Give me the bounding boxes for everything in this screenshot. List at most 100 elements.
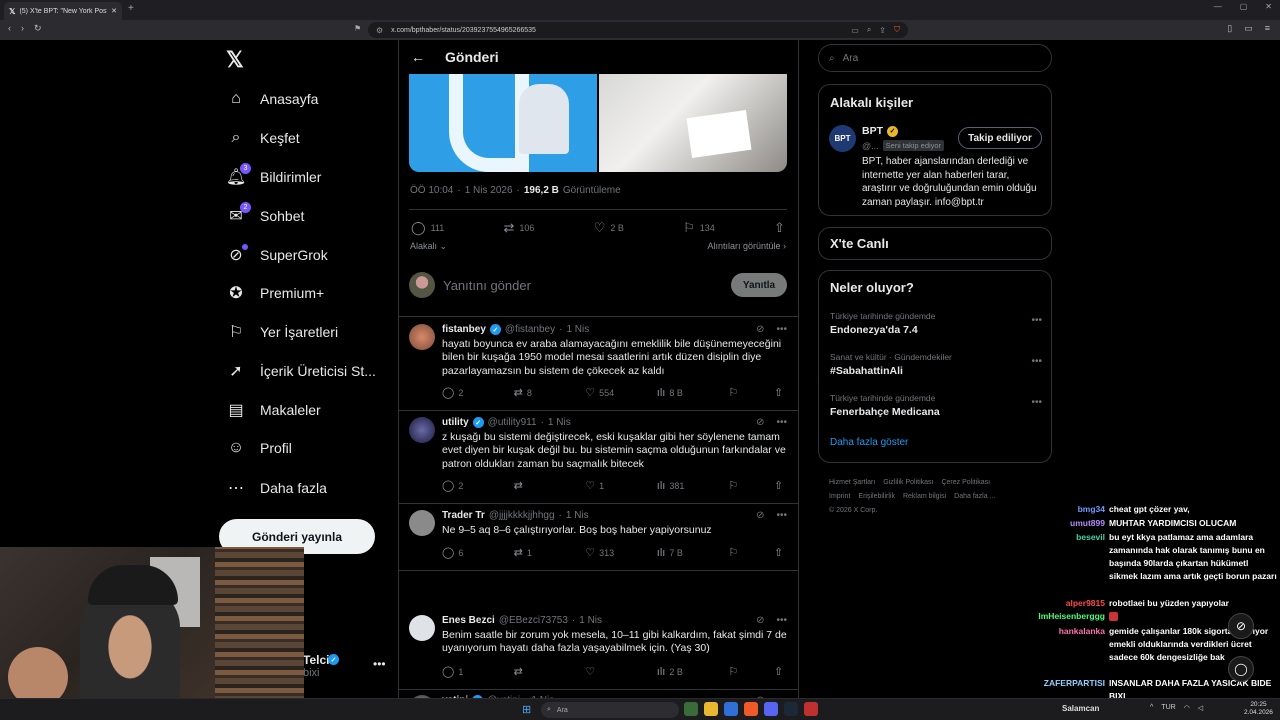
screen-icon[interactable]: ▭: [851, 26, 859, 35]
views-action[interactable]: ılı 8 B: [657, 386, 697, 399]
close-window-icon[interactable]: ✕: [1265, 2, 1272, 11]
grok-icon[interactable]: ⊘: [756, 324, 764, 335]
sidebar-item-7[interactable]: ⚐ Yer İşaretleri: [226, 320, 338, 344]
views-action[interactable]: ılı 7 B: [657, 546, 697, 559]
brave-icon[interactable]: [744, 702, 758, 716]
minimize-icon[interactable]: —: [1214, 2, 1222, 11]
back-arrow-icon[interactable]: ←: [411, 49, 425, 65]
heart-action[interactable]: ♡: [585, 665, 625, 678]
more-icon[interactable]: •••: [776, 324, 787, 335]
reply-input[interactable]: Yanıtını gönder: [443, 278, 723, 293]
wallet-icon[interactable]: ▭: [1244, 23, 1253, 34]
repost-action[interactable]: ⇄: [514, 665, 554, 678]
footer-link[interactable]: Reklam bilgisi: [903, 493, 946, 500]
search-input[interactable]: ⌕ Ara: [818, 44, 1052, 72]
more-icon[interactable]: •••: [776, 510, 787, 521]
post-date[interactable]: 1 Nis 2026: [465, 185, 513, 196]
reply-date[interactable]: 1 Nis: [579, 615, 602, 626]
footer-link[interactable]: Çerez Politikası: [941, 479, 990, 486]
new-tab-icon[interactable]: +: [128, 3, 134, 14]
grok-icon[interactable]: ⊘: [1228, 613, 1254, 639]
sidebar-item-3[interactable]: 🔔︎ 3 Bildirimler: [226, 163, 321, 189]
share-action[interactable]: ⇧: [774, 665, 788, 678]
reply-action[interactable]: ◯ 6: [442, 546, 482, 559]
trend-item[interactable]: Türkiye tarihinde gündemde Fenerbahçe Med…: [830, 393, 1042, 418]
reply-author[interactable]: utility: [442, 417, 469, 428]
forward-icon[interactable]: ›: [21, 23, 24, 34]
sidebar-item-11[interactable]: ⋯ Daha fazla: [226, 476, 327, 500]
browser-tab[interactable]: 𝕏 (5) X'te BPT: "New York Post: "Z k ✕: [4, 2, 122, 20]
avatar[interactable]: [409, 510, 435, 536]
x-live-card[interactable]: X'te Canlı: [818, 227, 1052, 260]
repost-action[interactable]: ⇄ 1: [514, 546, 554, 559]
reload-icon[interactable]: ↻: [34, 23, 42, 34]
views-action[interactable]: ılı 381: [657, 479, 697, 492]
address-bar[interactable]: ⚙ x.com/bpthaber/status/2039237554965266…: [368, 22, 908, 38]
share-stat[interactable]: ⇧: [774, 220, 785, 236]
bookmark-action[interactable]: ⚐: [728, 386, 742, 399]
trend-item[interactable]: Sanat ve kültür · Gündemdekiler #Sabahatt…: [830, 352, 1042, 377]
chat-username[interactable]: besevil: [1000, 531, 1105, 544]
avatar[interactable]: BPT: [829, 125, 856, 152]
heart-action[interactable]: ♡ 1: [585, 479, 625, 492]
heart-action[interactable]: ♡ 554: [585, 386, 625, 399]
taskbar-search[interactable]: ⌕ Ara: [541, 702, 679, 718]
mail-icon[interactable]: [724, 702, 738, 716]
menu-icon[interactable]: ≡: [1265, 23, 1270, 34]
footer-link[interactable]: Erişilebilirlik: [858, 493, 895, 500]
profile-name[interactable]: Telci: [303, 653, 329, 667]
media-illustration[interactable]: [409, 74, 597, 172]
avatar[interactable]: [409, 324, 435, 350]
reply-date[interactable]: 1 Nis: [566, 510, 589, 521]
steam-icon[interactable]: [784, 702, 798, 716]
footer-link[interactable]: Hizmet Şartları: [829, 479, 875, 486]
trend-item[interactable]: Türkiye tarihinde gündemde Endonezya'da 7…: [830, 311, 1042, 336]
bookmark-stat[interactable]: ⚐ 134: [683, 220, 715, 236]
reply-date[interactable]: 1 Nis: [566, 324, 589, 335]
landscape-app-icon[interactable]: [684, 702, 698, 716]
sidebar-item-5[interactable]: ⊘ SuperGrok: [226, 243, 328, 267]
views-action[interactable]: ılı 2 B: [657, 665, 697, 678]
tray-lang[interactable]: TUR: [1161, 704, 1175, 712]
avatar[interactable]: [409, 615, 435, 641]
profile-more-icon[interactable]: •••: [373, 657, 386, 671]
following-button[interactable]: Takip ediliyor: [958, 127, 1042, 149]
reply-action[interactable]: ◯ 2: [442, 386, 482, 399]
footer-link[interactable]: Imprint: [829, 493, 850, 500]
reply-author[interactable]: Enes Bezci: [442, 615, 495, 626]
sidebar-item-9[interactable]: ▤ Makaleler: [226, 398, 320, 422]
obs-icon[interactable]: [804, 702, 818, 716]
sidebar-item-4[interactable]: ✉ 2 Sohbet: [226, 202, 304, 228]
discord-icon[interactable]: [764, 702, 778, 716]
sidebar-item-2[interactable]: ⌕ Keşfet: [226, 126, 300, 150]
repost-action[interactable]: ⇄ 8: [514, 386, 554, 399]
grok-icon[interactable]: ⊘: [756, 615, 764, 626]
sidebar-item-10[interactable]: ☺ Profil: [226, 436, 292, 460]
chat-username[interactable]: alper9815: [1000, 597, 1105, 610]
sidebar-toggle-icon[interactable]: ▯: [1227, 23, 1232, 34]
person-name-row[interactable]: BPT ✓: [862, 125, 898, 137]
reply-action[interactable]: ◯ 2: [442, 479, 482, 492]
messages-icon[interactable]: ◯: [1228, 656, 1254, 682]
close-tab-icon[interactable]: ✕: [111, 7, 117, 15]
chat-username[interactable]: bmg34: [1000, 503, 1105, 516]
reply-author[interactable]: fistanbey: [442, 324, 486, 335]
view-quotes-link[interactable]: Alıntıları görüntüle ›: [707, 241, 786, 252]
sidebar-item-8[interactable]: ➚ İçerik Üreticisi St...: [226, 359, 376, 383]
wifi-icon[interactable]: ◠: [1184, 704, 1190, 712]
more-icon[interactable]: •••: [776, 417, 787, 428]
more-icon[interactable]: •••: [1031, 315, 1042, 326]
site-info-icon[interactable]: ⚙: [376, 26, 383, 35]
share-icon[interactable]: ⇪: [879, 26, 886, 35]
sidebar-item-6[interactable]: ✪ Premium+: [226, 281, 324, 305]
reply-date[interactable]: 1 Nis: [548, 417, 571, 428]
bookmark-action[interactable]: ⚐: [728, 546, 742, 559]
chevron-up-icon[interactable]: ^: [1150, 704, 1153, 712]
repost-stat[interactable]: ⇄ 106: [504, 220, 535, 236]
grok-icon[interactable]: ⊘: [756, 510, 764, 521]
avatar[interactable]: [409, 417, 435, 443]
taskbar-clock[interactable]: 20:25 2.04.2026: [1244, 701, 1273, 717]
more-icon[interactable]: •••: [1031, 356, 1042, 367]
chat-username[interactable]: hankalanka: [1000, 625, 1105, 638]
heart-action[interactable]: ♡ 313: [585, 546, 625, 559]
